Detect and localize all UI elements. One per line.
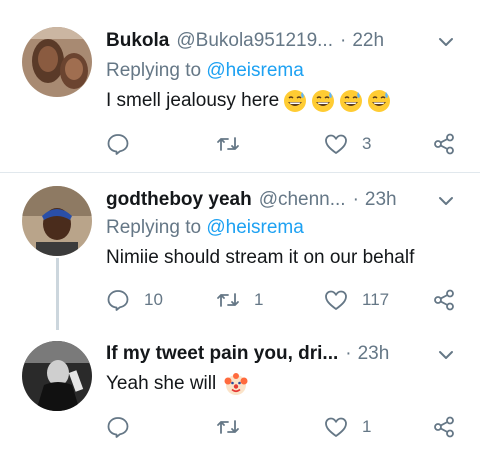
timestamp[interactable]: 23h [358,343,390,365]
replying-label: Replying to [106,217,202,238]
like-button[interactable]: 3 [324,132,371,156]
chevron-down-icon[interactable] [436,345,456,365]
tweet-header: godtheboy yeah @chenn... · 23h [106,188,466,212]
user-handle[interactable]: @Bukola951219... [176,30,333,52]
separator-dot: · [352,189,359,210]
tweet-actions: 1 [106,415,462,439]
mention-link[interactable]: @heisrema [206,60,303,81]
tweet-text: Yeah she will [106,372,248,396]
chevron-down-icon[interactable] [436,32,456,52]
reply-icon [107,134,129,155]
thread-connector-line [56,258,59,330]
tweet-header: Bukola @Bukola951219... · 22h [106,29,466,53]
like-count: 3 [362,134,372,153]
tweet-text-content: Nimiie should stream it on our behalf [106,247,415,268]
grinning-sweat-emoji [284,90,307,112]
reply-button[interactable] [106,415,144,439]
avatar[interactable] [22,341,92,411]
grinning-sweat-emoji [368,90,391,112]
display-name[interactable]: Bukola [106,30,169,52]
share-icon [434,289,454,311]
display-name[interactable]: If my tweet pain you, dri... [106,343,338,365]
share-icon [434,133,454,155]
share-button[interactable] [432,415,456,439]
retweet-icon [217,420,239,434]
tweet-2[interactable]: godtheboy yeah @chenn... · 23h Replying … [0,173,480,333]
retweet-button[interactable] [216,415,254,439]
like-button[interactable]: 1 [324,415,371,439]
tweet-header: If my tweet pain you, dri... · 23h [106,342,466,366]
tweet-text: Nimiie should stream it on our behalf [106,247,414,269]
retweet-count: 1 [254,290,264,309]
replying-to: Replying to @heisrema [106,60,304,82]
chevron-down-icon[interactable] [436,191,456,211]
share-icon [434,416,454,438]
reply-icon [107,417,129,438]
separator-dot: · [345,343,352,364]
reply-button[interactable]: 10 [106,288,163,312]
like-button[interactable]: 117 [324,288,389,312]
heart-icon [325,290,347,310]
retweet-icon [217,293,239,307]
mention-link[interactable]: @heisrema [206,217,303,238]
tweet-1[interactable]: Bukola @Bukola951219... · 22h Replying t… [0,0,480,172]
grinning-sweat-emoji [340,90,363,112]
retweet-button[interactable]: 1 [216,288,263,312]
grinning-sweat-emoji [312,90,335,112]
share-button[interactable] [432,288,456,312]
tweet-actions: 10 1 117 [106,288,462,312]
share-button[interactable] [432,132,456,156]
tweet-text: I smell jealousy here [106,89,391,113]
user-handle[interactable]: @chenn... [259,189,346,211]
tweet-text-content: I smell jealousy here [106,90,280,111]
timestamp[interactable]: 23h [365,189,397,211]
heart-icon [325,417,347,437]
replying-label: Replying to [106,60,202,81]
retweet-icon [217,137,239,151]
like-count: 117 [362,290,390,309]
clown-face-emoji [224,373,248,395]
retweet-button[interactable] [216,132,254,156]
reply-count: 10 [144,290,163,309]
tweet-3[interactable]: If my tweet pain you, dri... · 23h Yeah … [0,333,480,452]
timestamp[interactable]: 22h [352,30,384,52]
reply-icon [107,290,129,311]
replying-to: Replying to @heisrema [106,217,304,239]
avatar[interactable] [22,27,92,97]
like-count: 1 [362,417,372,436]
reply-button[interactable] [106,132,144,156]
tweet-text-content: Yeah she will [106,373,217,394]
tweet-actions: 3 [106,132,462,156]
display-name[interactable]: godtheboy yeah [106,189,252,211]
separator-dot: · [339,30,347,51]
avatar[interactable] [22,186,92,256]
heart-icon [325,134,347,154]
